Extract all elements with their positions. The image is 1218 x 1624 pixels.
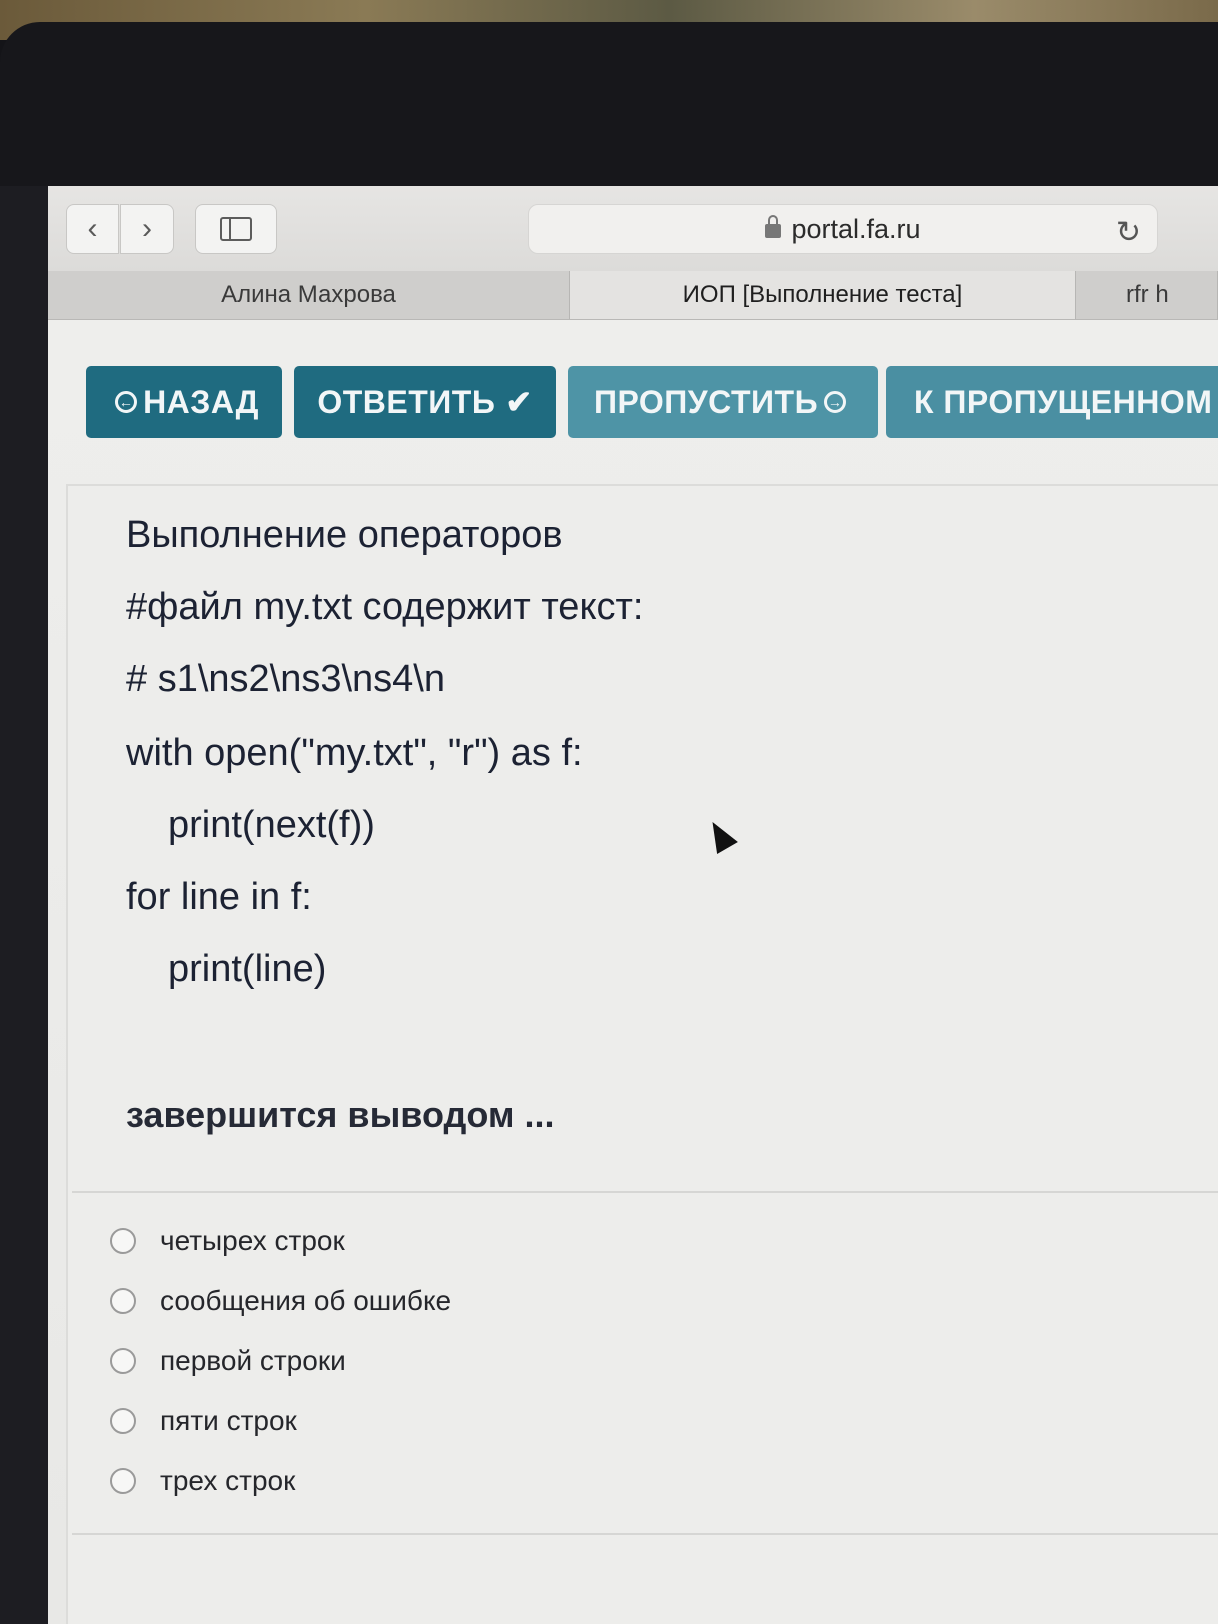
- test-page: ← НАЗАД ОТВЕТИТЬ ✔ ПРОПУСТИТЬ → К ПРОПУЩ…: [48, 320, 1218, 1624]
- chevron-left-icon: ‹: [87, 212, 98, 245]
- sidebar-icon: [220, 217, 252, 241]
- sidebar-toggle-button[interactable]: [195, 204, 277, 254]
- answer-option[interactable]: трех строк: [110, 1461, 295, 1501]
- divider: [72, 1191, 1218, 1193]
- question-line: with open("my.txt", "r") as f:: [126, 732, 583, 774]
- to-skipped-button[interactable]: К ПРОПУЩЕННОМ: [886, 366, 1218, 438]
- arrow-left-circle-icon: ←: [115, 391, 138, 413]
- answer-option[interactable]: четырех строк: [110, 1221, 345, 1261]
- radio-button[interactable]: [110, 1348, 136, 1374]
- answer-option[interactable]: сообщения об ошибке: [110, 1281, 451, 1321]
- option-label: четырех строк: [160, 1225, 345, 1256]
- question-title: Выполнение операторов: [126, 514, 563, 556]
- answer-button[interactable]: ОТВЕТИТЬ ✔: [294, 366, 556, 438]
- tab-label: rfr h: [1126, 281, 1169, 308]
- reload-icon[interactable]: ↻: [1116, 215, 1141, 250]
- browser-toolbar: ‹ › portal.fa.ru ↻: [48, 186, 1218, 271]
- option-label: первой строки: [160, 1345, 346, 1376]
- tab-profile[interactable]: Алина Махрова: [48, 271, 570, 319]
- question-line: for line in f:: [126, 876, 312, 918]
- to-skipped-label: К ПРОПУЩЕННОМ: [914, 383, 1213, 420]
- forward-button[interactable]: ›: [120, 204, 174, 254]
- radio-button[interactable]: [110, 1468, 136, 1494]
- url-text: portal.fa.ru: [791, 213, 921, 244]
- divider: [72, 1533, 1218, 1535]
- back-action-button[interactable]: ← НАЗАД: [86, 366, 282, 438]
- laptop-bezel-left: [0, 186, 48, 1624]
- address-bar[interactable]: portal.fa.ru ↻: [528, 204, 1158, 254]
- option-label: сообщения об ошибке: [160, 1285, 452, 1316]
- tab-other[interactable]: rfr h: [1076, 271, 1218, 319]
- tab-bar: Алина Махрова ИОП [Выполнение теста] rfr…: [48, 271, 1218, 320]
- check-icon: ✔: [505, 384, 533, 420]
- question-card: Выполнение операторов #файл my.txt содер…: [66, 484, 1218, 1624]
- browser-window: ‹ › portal.fa.ru ↻ Алина Махрова ИОП [Вы…: [48, 186, 1218, 1624]
- tab-label: Алина Махрова: [221, 281, 396, 308]
- back-button[interactable]: ‹: [66, 204, 119, 254]
- radio-button[interactable]: [110, 1288, 136, 1314]
- back-action-label: НАЗАД: [143, 383, 259, 420]
- chevron-right-icon: ›: [142, 212, 152, 245]
- question-line: # s1\ns2\ns3\ns4\n: [126, 658, 445, 700]
- skip-label: ПРОПУСТИТЬ: [593, 383, 819, 420]
- option-label: пяти строк: [160, 1405, 297, 1436]
- tab-label: ИОП [Выполнение теста]: [682, 281, 963, 308]
- tab-test[interactable]: ИОП [Выполнение теста]: [570, 271, 1076, 319]
- answer-option[interactable]: пяти строк: [110, 1401, 297, 1441]
- question-line: #файл my.txt содержит текст:: [126, 586, 644, 628]
- question-line: print(next(f)): [168, 804, 375, 846]
- answer-option[interactable]: первой строки: [110, 1341, 346, 1381]
- option-label: трех строк: [160, 1465, 296, 1496]
- question-line: print(line): [168, 948, 327, 990]
- skip-button[interactable]: ПРОПУСТИТЬ →: [568, 366, 878, 438]
- answer-label: ОТВЕТИТЬ: [317, 383, 496, 420]
- radio-button[interactable]: [110, 1228, 136, 1254]
- question-prompt: завершится выводом ...: [126, 1094, 555, 1135]
- radio-button[interactable]: [110, 1408, 136, 1434]
- lock-icon: [765, 215, 782, 238]
- arrow-right-circle-icon: →: [824, 391, 847, 413]
